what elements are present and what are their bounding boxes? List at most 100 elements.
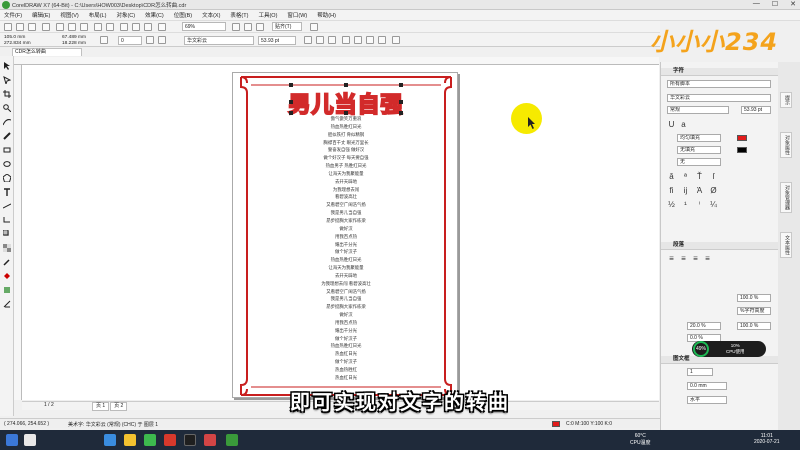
text-direction-select[interactable]: 水平 <box>687 396 727 404</box>
text-tool-icon[interactable] <box>3 188 11 196</box>
y-position-field[interactable]: 272.834 mm <box>4 41 31 46</box>
freehand-tool-icon[interactable] <box>3 118 11 126</box>
glyph-icon[interactable]: ª <box>681 172 690 181</box>
width-field[interactable]: 67.489 mm <box>62 35 86 40</box>
mirror-horizontal-icon[interactable] <box>146 36 154 44</box>
glyph-icon[interactable]: Ø <box>709 186 718 195</box>
frame-offset-input[interactable]: 0.0 mm <box>687 382 727 390</box>
menu-table[interactable]: 表格(T) <box>230 11 248 19</box>
font-size-input[interactable]: 53.93 pt <box>741 106 771 114</box>
glyph-icon[interactable]: ½ <box>667 200 676 209</box>
smart-fill-icon[interactable] <box>3 286 11 294</box>
glyph-icon[interactable]: ĳ <box>681 186 690 195</box>
font-size-select[interactable]: 53.93 pt <box>258 36 296 45</box>
publish-pdf-icon[interactable] <box>158 23 166 31</box>
glyph-icon[interactable]: ſ <box>709 172 718 181</box>
tab-hints[interactable]: 提示 <box>780 92 792 108</box>
tab-object-properties[interactable]: 对象属性 <box>780 132 792 158</box>
mirror-vertical-icon[interactable] <box>158 36 166 44</box>
abc-icon[interactable]: a <box>679 120 688 129</box>
open-icon[interactable] <box>16 23 24 31</box>
fill-color-swatch[interactable] <box>552 421 560 427</box>
outline-pen-icon[interactable] <box>3 300 11 308</box>
background-fill-select[interactable]: 无填充 <box>677 146 721 154</box>
menu-file[interactable]: 文件(F) <box>4 11 22 19</box>
selection-handle[interactable] <box>399 83 403 87</box>
rulers-icon[interactable] <box>244 23 252 31</box>
selection-handle[interactable] <box>289 83 293 87</box>
close-button[interactable]: ✕ <box>790 0 796 8</box>
underline-icon[interactable]: U <box>667 120 676 129</box>
columns-input[interactable]: 1 <box>687 368 713 376</box>
crop-tool-icon[interactable] <box>3 90 11 98</box>
document-tab[interactable]: CDR怎么转曲 <box>12 48 82 56</box>
polygon-tool-icon[interactable] <box>3 174 11 182</box>
camera-icon[interactable] <box>184 434 196 446</box>
search-content-icon[interactable] <box>120 23 128 31</box>
fill-type-select[interactable]: 均匀填充 <box>677 134 721 142</box>
paste-icon[interactable] <box>80 23 88 31</box>
import-icon[interactable] <box>132 23 140 31</box>
font-list-select[interactable]: 华文彩云 <box>184 36 254 45</box>
transparency-icon[interactable] <box>3 244 11 252</box>
edit-text-icon[interactable] <box>378 36 386 44</box>
font-style-select[interactable]: 常规 <box>667 106 729 114</box>
minimize-button[interactable]: — <box>753 0 760 8</box>
background-color-swatch[interactable] <box>737 147 747 153</box>
parallel-dimension-icon[interactable] <box>3 202 11 210</box>
clock[interactable]: 11:01 2020-07-21 <box>754 433 780 445</box>
horizontal-ruler[interactable] <box>14 57 659 65</box>
fill-color-swatch[interactable] <box>737 135 747 141</box>
glyph-icon[interactable]: ǎ <box>667 172 676 181</box>
glyph-icon[interactable]: ¹ <box>681 200 690 209</box>
font-select[interactable]: 华文彩云 <box>667 94 771 102</box>
x-position-field[interactable]: 105.0 mm <box>4 35 25 40</box>
menu-edit[interactable]: 编辑(E) <box>32 11 50 19</box>
pick-tool-icon[interactable] <box>3 62 11 70</box>
snap-to-select[interactable]: 贴齐(T) <box>272 22 302 31</box>
menu-bitmaps[interactable]: 位图(B) <box>174 11 192 19</box>
selection-handle[interactable] <box>344 83 348 87</box>
selection-handle[interactable] <box>399 100 403 104</box>
align-right-icon[interactable]: ≡ <box>691 254 700 263</box>
bold-icon[interactable] <box>304 36 312 44</box>
text-properties-icon[interactable] <box>366 36 374 44</box>
line-spacing-input[interactable]: 100.0 % <box>737 294 771 302</box>
menu-text[interactable]: 文本(X) <box>202 11 220 19</box>
edge-icon[interactable] <box>104 434 116 446</box>
artistic-media-icon[interactable] <box>3 132 11 140</box>
tab-text-properties[interactable]: 文本属性 <box>780 232 792 258</box>
character-panel-header[interactable]: 字符 <box>661 68 779 76</box>
paragraph-panel-header[interactable]: 段落 <box>661 242 779 250</box>
menu-layout[interactable]: 布局(L) <box>89 11 107 19</box>
new-icon[interactable] <box>4 23 12 31</box>
frame-panel-header[interactable]: 图文框 <box>661 356 779 364</box>
underline-icon[interactable] <box>328 36 336 44</box>
menu-object[interactable]: 对象(C) <box>116 11 135 19</box>
shape-tool-icon[interactable] <box>3 76 11 84</box>
vertical-text-icon[interactable] <box>392 36 400 44</box>
zoom-tool-icon[interactable] <box>3 104 11 112</box>
vertical-ruler[interactable] <box>14 65 22 400</box>
redo-icon[interactable] <box>106 23 114 31</box>
italic-icon[interactable] <box>316 36 324 44</box>
app-icon[interactable] <box>204 434 216 446</box>
menu-tools[interactable]: 工具(O) <box>258 11 277 19</box>
cut-icon[interactable] <box>56 23 64 31</box>
undo-icon[interactable] <box>94 23 102 31</box>
settings-icon[interactable] <box>310 23 318 31</box>
save-icon[interactable] <box>28 23 36 31</box>
align-left-icon[interactable]: ≡ <box>667 254 676 263</box>
glyph-icon[interactable]: Ά <box>695 186 704 195</box>
glyph-icon[interactable]: ¼ <box>709 200 718 209</box>
menu-effects[interactable]: 效果(C) <box>145 11 164 19</box>
glyph-icon[interactable]: ⁱ <box>695 200 704 209</box>
search-icon[interactable] <box>24 434 36 446</box>
coreldraw-taskbar-icon[interactable] <box>226 434 238 446</box>
tab-object-manager[interactable]: 对象管理器 <box>780 182 792 213</box>
interactive-fill-icon[interactable] <box>3 272 11 280</box>
justify-icon[interactable]: ≡ <box>703 254 712 263</box>
zoom-level-select[interactable]: 69% <box>182 22 226 31</box>
char-spacing-input[interactable]: 20.0 % <box>687 322 721 330</box>
menu-help[interactable]: 帮助(H) <box>317 11 336 19</box>
